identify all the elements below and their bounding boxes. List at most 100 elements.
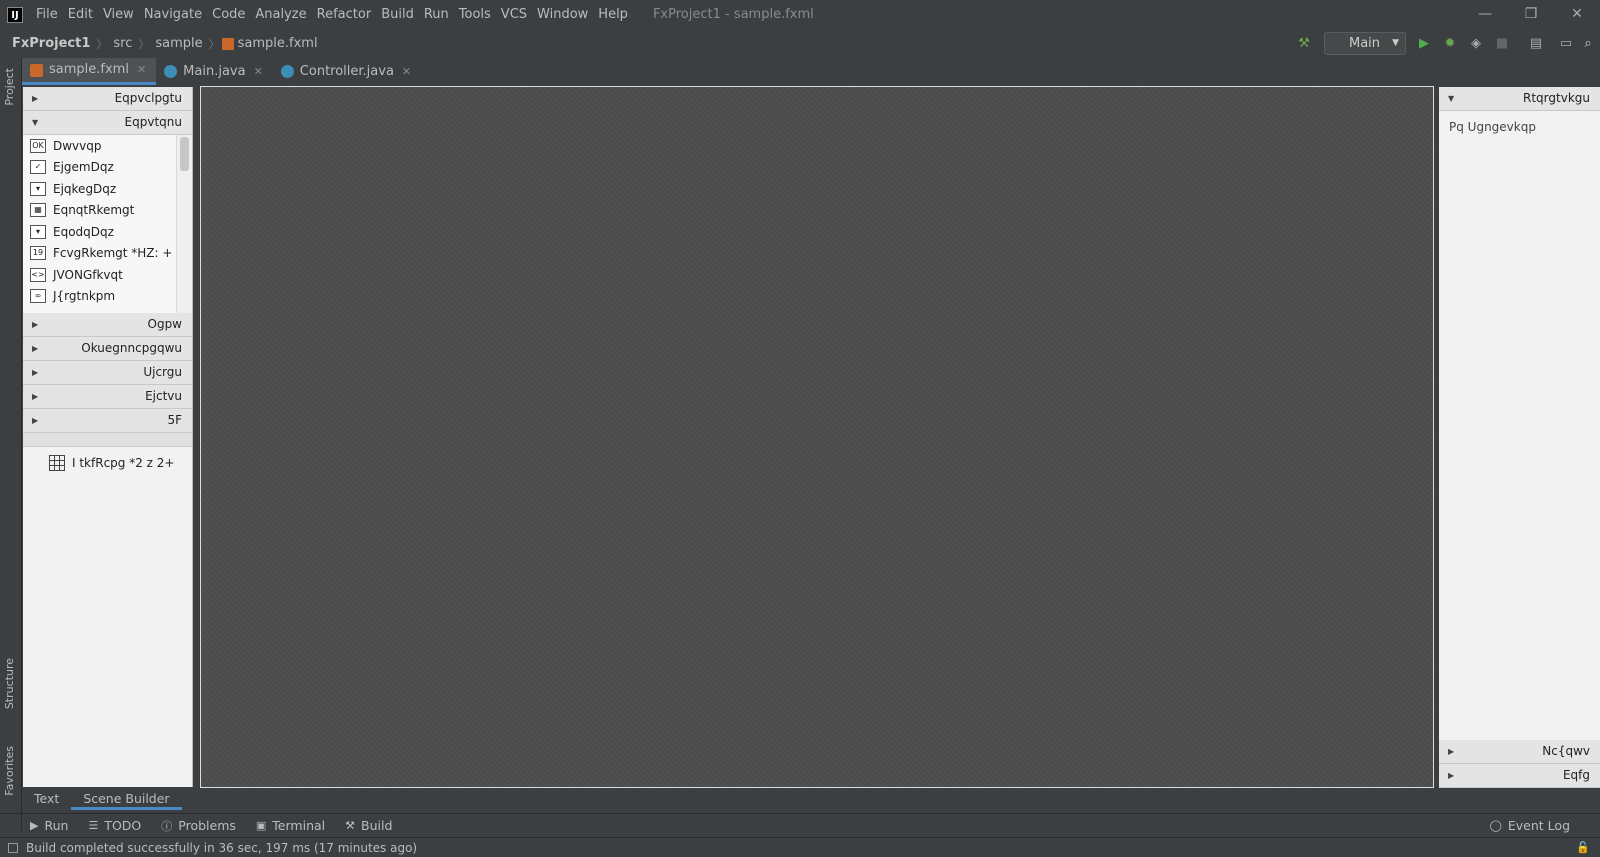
library-section-shapes[interactable]: ▶ Ujcrgu xyxy=(23,361,192,385)
terminal-tool-button[interactable]: ▣ Terminal xyxy=(246,818,335,833)
event-log-button[interactable]: ◯ Event Log xyxy=(1480,818,1600,833)
scrollbar-thumb[interactable] xyxy=(180,137,189,171)
menu-window[interactable]: Window xyxy=(532,0,593,29)
list-item[interactable]: ∞ J{rgtnkpm xyxy=(23,286,192,308)
fxml-file-icon xyxy=(30,63,43,77)
window-title: FxProject1 - sample.fxml xyxy=(652,7,814,22)
library-section-containers[interactable]: ▶ Eqpvclpgtu xyxy=(23,87,192,111)
tab-label: Controller.java xyxy=(299,63,394,79)
menu-code[interactable]: Code xyxy=(207,0,250,29)
structure-tool-tab[interactable]: Structure xyxy=(3,658,16,709)
close-icon[interactable]: ✕ xyxy=(402,59,411,85)
section-label: 5F xyxy=(167,413,182,427)
tool-label: Problems xyxy=(178,818,236,833)
scrollbar[interactable] xyxy=(176,135,192,313)
list-item[interactable]: ▾ EqodqDqz xyxy=(23,221,192,243)
menu-navigate[interactable]: Navigate xyxy=(139,0,207,29)
stop-icon[interactable]: ■ xyxy=(1492,33,1512,55)
no-selection-label: Pq Ugngevkqp xyxy=(1449,120,1536,134)
library-section-3d[interactable]: ▶ 5F xyxy=(23,409,192,433)
breadcrumb-src[interactable]: src xyxy=(107,36,138,51)
hyperlink-icon: ∞ xyxy=(30,289,46,304)
editor-tabs: sample.fxml ✕ Main.java ✕ Controller.jav… xyxy=(22,58,1600,85)
app-logo: IJ xyxy=(7,6,23,23)
inspector-section-code[interactable]: ▶ Eqfg xyxy=(1439,764,1600,788)
terminal-icon: ▣ xyxy=(255,819,267,832)
item-label: FcvgRkemgt *HZ: + xyxy=(53,246,173,261)
close-icon[interactable]: ✕ xyxy=(254,59,263,85)
list-item[interactable]: ✓ EjgemDqz xyxy=(23,157,192,179)
inspector-section-properties[interactable]: ▼ Rtqrgtvkgu xyxy=(1439,87,1600,111)
item-label: J{rgtnkpm xyxy=(53,289,116,304)
hierarchy-item[interactable]: I tkfRcpg *2 z 2+ xyxy=(23,451,192,475)
project-tool-tab[interactable]: Project xyxy=(3,68,16,106)
list-item[interactable]: 19 FcvgRkemgt *HZ: + xyxy=(23,243,192,265)
menu-analyze[interactable]: Analyze xyxy=(250,0,311,29)
terminal-icon[interactable]: ▭ xyxy=(1556,33,1576,55)
controls-list: OK Dwvvqp ✓ EjgemDqz ▾ EjqkegDqz ▦ EqnqtRkem… xyxy=(23,135,192,313)
breadcrumb-sample[interactable]: sample xyxy=(149,36,208,51)
item-label: EqnqtRkemgt xyxy=(53,203,135,218)
triangle-right-icon: ▶ xyxy=(32,392,39,401)
inspector-section-layout[interactable]: ▶ Nc{qwv xyxy=(1439,740,1600,764)
run-tool-button[interactable]: ▶ Run xyxy=(0,818,78,833)
menu-tools[interactable]: Tools xyxy=(454,0,496,29)
favorites-tool-tab[interactable]: Favorites xyxy=(3,746,16,796)
tab-controller-java[interactable]: Controller.java ✕ xyxy=(273,58,421,85)
restore-button[interactable]: ❐ xyxy=(1508,0,1554,29)
minimize-button[interactable]: — xyxy=(1462,0,1508,29)
library-panel: ▶ Eqpvclpgtu ▼ Eqpvtqnu OK Dwvvqp ✓ EjgemDqz… xyxy=(23,87,193,787)
item-label: EjgemDqz xyxy=(53,160,114,175)
java-class-icon xyxy=(164,65,178,78)
triangle-right-icon: ▶ xyxy=(32,368,39,377)
menu-run[interactable]: Run xyxy=(419,0,454,29)
item-label: EjqkegDqz xyxy=(53,181,117,196)
library-section-menu[interactable]: ▶ Ogpw xyxy=(23,313,192,337)
lock-icon[interactable]: 🔓 xyxy=(1576,841,1590,854)
debug-icon[interactable]: ✹ xyxy=(1440,33,1460,55)
tool-label: Terminal xyxy=(272,818,326,833)
scene-canvas[interactable] xyxy=(200,86,1434,788)
search-icon[interactable]: ⌕ xyxy=(1578,33,1598,55)
run-icon[interactable]: ▶ xyxy=(1414,33,1434,55)
triangle-down-icon: ▼ xyxy=(1448,94,1455,103)
tool-label: Build xyxy=(361,818,393,833)
tab-sample-fxml[interactable]: sample.fxml ✕ xyxy=(22,57,157,85)
status-message: Build completed successfully in 36 sec, … xyxy=(26,840,418,855)
build-hammer-icon[interactable]: ⚒ xyxy=(1294,33,1314,55)
choicebox-icon: ▾ xyxy=(30,181,46,196)
library-section-charts[interactable]: ▶ Ejctvu xyxy=(23,385,192,409)
menu-view[interactable]: View xyxy=(98,0,139,29)
menu-file[interactable]: File xyxy=(31,0,63,29)
library-section-controls[interactable]: ▼ Eqpvtqnu xyxy=(23,111,192,135)
menu-build[interactable]: Build xyxy=(376,0,419,29)
project-structure-icon[interactable]: ▤ xyxy=(1526,33,1546,55)
problems-tool-button[interactable]: ⓘ Problems xyxy=(151,818,246,834)
todo-tool-button[interactable]: ☰ TODO xyxy=(78,818,151,833)
build-tool-button[interactable]: ⚒ Build xyxy=(335,818,402,833)
breadcrumb-file[interactable]: sample.fxml xyxy=(238,36,324,51)
tab-text[interactable]: Text xyxy=(22,788,71,810)
close-button[interactable]: ✕ xyxy=(1554,0,1600,29)
library-section-misc[interactable]: ▶ Okuegnncpgqwu xyxy=(23,337,192,361)
list-item[interactable]: OK Dwvvqp xyxy=(23,135,192,157)
menu-refactor[interactable]: Refactor xyxy=(312,0,377,29)
java-class-icon xyxy=(280,65,294,78)
list-item[interactable]: ▾ EjqkegDqz xyxy=(23,178,192,200)
menu-vcs[interactable]: VCS xyxy=(496,0,532,29)
list-item[interactable]: ▦ EqnqtRkemgt xyxy=(23,200,192,222)
run-config-select[interactable]: Main ▼ xyxy=(1324,32,1406,55)
close-icon[interactable]: ✕ xyxy=(137,57,146,83)
tab-main-java[interactable]: Main.java ✕ xyxy=(156,58,273,85)
panel-toggle-icon[interactable] xyxy=(8,842,18,853)
list-item[interactable]: <> JVONGfkvqt xyxy=(23,264,192,286)
menu-help[interactable]: Help xyxy=(593,0,633,29)
list-icon: ☰ xyxy=(88,819,99,832)
menu-bar: IJ File Edit View Navigate Code Analyze … xyxy=(0,0,1600,29)
panel-divider[interactable] xyxy=(23,433,192,447)
tab-scene-builder[interactable]: Scene Builder xyxy=(71,788,182,810)
coverage-icon[interactable]: ◈ xyxy=(1466,33,1486,55)
menu-edit[interactable]: Edit xyxy=(63,0,98,29)
triangle-right-icon: ▶ xyxy=(32,94,39,103)
breadcrumb-project[interactable]: FxProject1 xyxy=(0,36,96,51)
